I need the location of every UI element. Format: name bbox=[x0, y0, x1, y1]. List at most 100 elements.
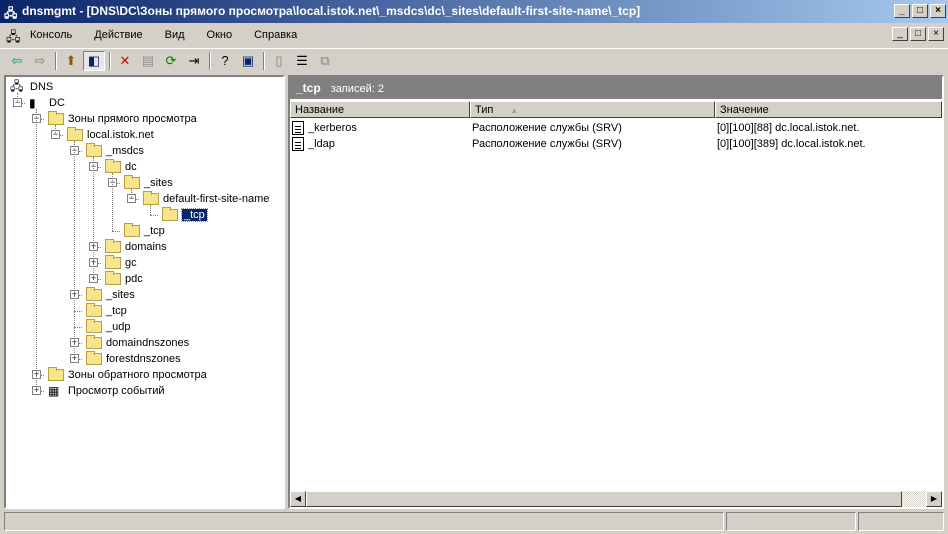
menu-view[interactable]: Вид bbox=[165, 28, 185, 47]
back-icon: ⇦ bbox=[11, 52, 23, 68]
tree-node[interactable]: Зоны обратного просмотра bbox=[48, 367, 207, 383]
minimize-button[interactable]: _ bbox=[894, 4, 910, 18]
close-button[interactable]: × bbox=[930, 4, 946, 18]
tree-node[interactable]: dc bbox=[105, 159, 137, 175]
tree-node[interactable]: gc bbox=[105, 255, 137, 271]
column-type-label: Тип bbox=[475, 104, 494, 116]
help-button[interactable]: ? bbox=[214, 51, 236, 71]
properties-button[interactable]: ▤ bbox=[137, 51, 159, 71]
scroll-left-button[interactable]: ◀ bbox=[290, 491, 306, 507]
record-icon: ☰ bbox=[296, 52, 308, 68]
scroll-right-button[interactable]: ▶ bbox=[926, 491, 942, 507]
child-close-button[interactable]: × bbox=[928, 27, 944, 41]
menu-bar: 🖧 Консоль Действие Вид Окно Справка bbox=[0, 25, 948, 47]
tree-node[interactable]: Зоны прямого просмотра bbox=[48, 111, 197, 127]
tree-node[interactable]: _tcp bbox=[124, 223, 165, 239]
up-folder-icon: ⬆ bbox=[65, 52, 77, 68]
status-bar-main bbox=[4, 512, 724, 531]
tree-node-label: _sites bbox=[144, 177, 173, 189]
show-hide-tree-button[interactable]: ◧ bbox=[83, 50, 105, 71]
copy-icon: ⧉ bbox=[320, 52, 330, 68]
delete-button[interactable]: ✕ bbox=[114, 51, 136, 71]
tree-line bbox=[150, 205, 151, 215]
console-tree: 🖧 DNS − ▮ DC − Зоны прямого просмотра − local.is… bbox=[4, 75, 285, 509]
tree-node-label: domains bbox=[125, 241, 167, 253]
up-folder-button[interactable]: ⬆ bbox=[60, 51, 82, 71]
tree-node[interactable]: ▮ DC bbox=[29, 95, 65, 111]
toolbar-separator bbox=[55, 51, 57, 70]
tree-node[interactable]: pdc bbox=[105, 271, 143, 287]
refresh-button[interactable]: ⟳ bbox=[160, 51, 182, 71]
column-value[interactable]: Значение bbox=[715, 101, 942, 118]
folder-icon bbox=[48, 111, 64, 125]
record-row[interactable]: _ldap Расположение службы (SRV) [0][100]… bbox=[292, 136, 932, 152]
record-value: [0][100][389] dc.local.istok.net. bbox=[717, 138, 866, 150]
child-restore-button[interactable]: □ bbox=[910, 27, 926, 41]
tree-node[interactable]: ▦ Просмотр событий bbox=[48, 383, 165, 399]
tree-node-label: Просмотр событий bbox=[68, 385, 165, 397]
tree-node-label: dc bbox=[125, 161, 137, 173]
record-row[interactable]: _kerberos Расположение службы (SRV) [0][… bbox=[292, 120, 932, 136]
tree-line bbox=[93, 157, 94, 279]
child-minimize-button[interactable]: _ bbox=[892, 27, 908, 41]
tree-node-label: _tcp bbox=[144, 225, 165, 237]
tree-node[interactable]: _udp bbox=[86, 319, 130, 335]
menu-console[interactable]: Консоль bbox=[30, 28, 72, 47]
folder-icon bbox=[48, 367, 64, 381]
maximize-button[interactable]: □ bbox=[912, 4, 928, 18]
forward-icon: ⇨ bbox=[34, 52, 46, 68]
server-icon: ▮ bbox=[29, 96, 36, 110]
export-list-icon: ⇥ bbox=[188, 52, 200, 68]
show-action-pane-button[interactable]: ▣ bbox=[237, 51, 259, 71]
folder-icon bbox=[86, 143, 102, 157]
tree-line bbox=[74, 327, 82, 328]
menu-window[interactable]: Окно bbox=[207, 28, 233, 47]
column-type[interactable]: Тип ▲ bbox=[470, 101, 715, 118]
details-pane: _tcp записей: 2 Название Тип ▲ Значение _… bbox=[288, 75, 944, 509]
tree-line bbox=[150, 215, 158, 216]
tree-line bbox=[131, 189, 132, 199]
tree-node-label: _sites bbox=[106, 289, 135, 301]
toolbar: ⇦ ⇨ ⬆ ◧ ✕ ▤ ⟳ ⇥? ▣ ▯ ☰ ⧉ bbox=[0, 48, 948, 72]
tree-line bbox=[55, 125, 56, 135]
copy-button[interactable]: ⧉ bbox=[314, 51, 336, 71]
export-list-button[interactable]: ⇥ bbox=[183, 51, 205, 71]
tree-node[interactable]: domaindnszones bbox=[86, 335, 189, 351]
status-bar-panel bbox=[726, 512, 856, 531]
status-bar-panel bbox=[858, 512, 944, 531]
menu-help[interactable]: Справка bbox=[254, 28, 297, 47]
tree-node[interactable]: _msdcs bbox=[86, 143, 144, 159]
tree-node[interactable]: _tcp bbox=[162, 207, 208, 223]
tree-node[interactable]: local.istok.net bbox=[67, 127, 154, 143]
forward-button[interactable]: ⇨ bbox=[29, 51, 51, 71]
folder-icon bbox=[124, 223, 140, 237]
tree-node-label: gc bbox=[125, 257, 137, 269]
tree-line bbox=[36, 109, 37, 391]
tree-node-label: pdc bbox=[125, 273, 143, 285]
folder-icon bbox=[86, 287, 102, 301]
tree-line bbox=[17, 93, 18, 103]
tree-line bbox=[112, 231, 120, 232]
title-bar: 🖧 dnsmgmt - [DNS\DC\Зоны прямого просмот… bbox=[0, 0, 948, 23]
record-name: _ldap bbox=[308, 138, 335, 150]
menu-action[interactable]: Действие bbox=[94, 28, 142, 47]
tree-node[interactable]: domains bbox=[105, 239, 167, 255]
tree-node[interactable]: _sites bbox=[86, 287, 135, 303]
details-header: _tcp записей: 2 bbox=[290, 77, 942, 99]
console-icon[interactable]: 🖧 bbox=[6, 28, 21, 50]
scroll-thumb[interactable] bbox=[306, 491, 902, 507]
tree-node-label: default-first-site-name bbox=[163, 193, 270, 205]
tree-node[interactable]: default-first-site-name bbox=[143, 191, 269, 207]
server-button[interactable]: ▯ bbox=[268, 51, 290, 71]
tree-node[interactable]: forestdnszones bbox=[86, 351, 181, 367]
record-button[interactable]: ☰ bbox=[291, 51, 313, 71]
folder-icon bbox=[86, 303, 102, 317]
back-button[interactable]: ⇦ bbox=[6, 51, 28, 71]
tree-node-label: local.istok.net bbox=[87, 129, 154, 141]
column-name[interactable]: Название bbox=[290, 101, 470, 118]
folder-icon bbox=[86, 351, 102, 365]
tree-node[interactable]: _tcp bbox=[86, 303, 127, 319]
delete-icon: ✕ bbox=[119, 52, 131, 68]
horizontal-scrollbar[interactable]: ◀ ▶ bbox=[290, 491, 942, 507]
folder-icon bbox=[86, 335, 102, 349]
